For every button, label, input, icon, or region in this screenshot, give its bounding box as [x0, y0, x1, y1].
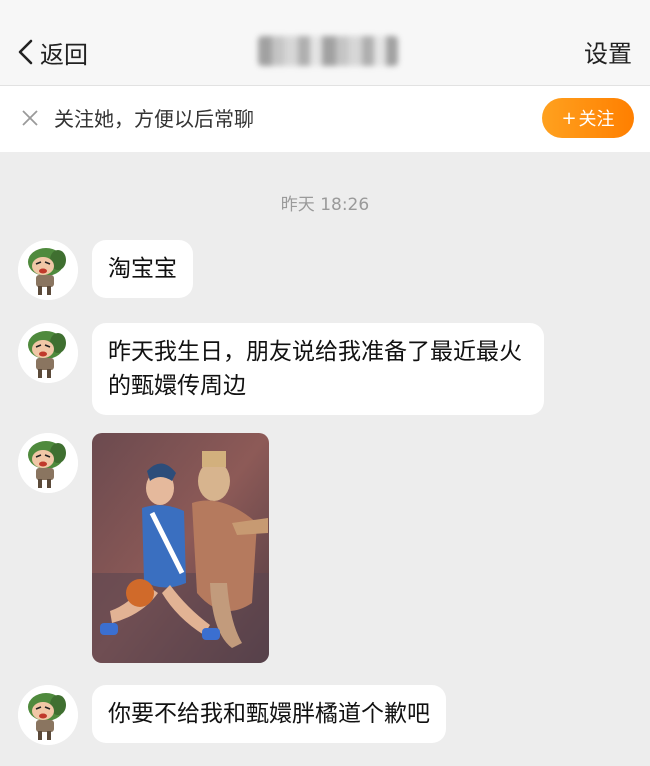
message-bubble[interactable]: 淘宝宝: [92, 240, 193, 298]
blurred-contact-name: [258, 36, 398, 66]
top-nav-bar: 返回 设置: [0, 0, 650, 86]
message-bubble[interactable]: 你要不给我和甄嬛胖橘道个歉吧: [92, 685, 446, 743]
settings-button[interactable]: 设置: [584, 34, 632, 74]
dolls-photo-image: [92, 433, 269, 663]
avatar-image: [18, 433, 78, 493]
follow-tip-text: 关注她，方便以后常聊: [54, 107, 254, 131]
sender-avatar[interactable]: [18, 685, 78, 745]
plus-icon: +: [561, 107, 577, 129]
avatar-image: [18, 240, 78, 300]
back-button[interactable]: 返回: [16, 32, 88, 72]
close-icon[interactable]: [20, 108, 40, 128]
sender-avatar[interactable]: [18, 433, 78, 493]
avatar-image: [18, 323, 78, 383]
follow-button-label: 关注: [578, 109, 615, 130]
follow-suggestion-bar: 关注她，方便以后常聊 + 关注: [0, 86, 650, 152]
follow-button[interactable]: + 关注: [542, 98, 634, 138]
avatar-image: [18, 685, 78, 745]
back-label: 返回: [40, 40, 88, 69]
sender-avatar[interactable]: [18, 240, 78, 300]
message-bubble[interactable]: 昨天我生日，朋友说给我准备了最近最火的甄嬛传周边: [92, 323, 544, 415]
message-photo[interactable]: [92, 433, 269, 663]
chat-timestamp: 昨天 18:26: [280, 195, 370, 215]
sender-avatar[interactable]: [18, 323, 78, 383]
chevron-left-icon: [18, 39, 33, 65]
